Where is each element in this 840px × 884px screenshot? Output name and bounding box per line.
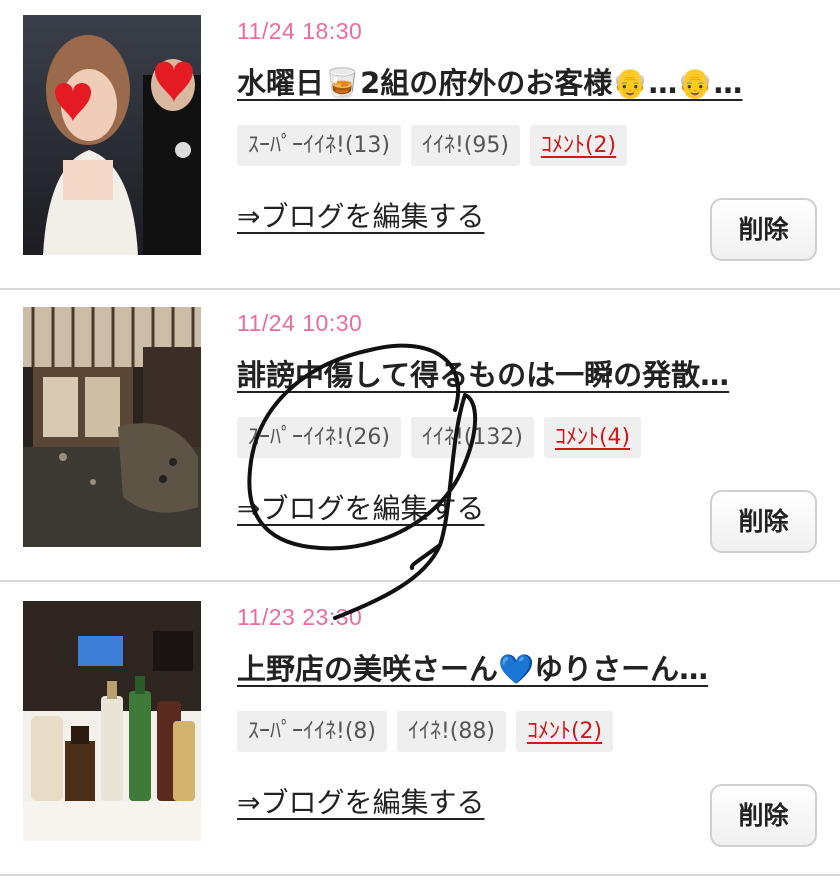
comment-badge[interactable]: ｺﾒﾝﾄ(2) [529, 125, 628, 166]
post-date: 11/24 18:30 [237, 18, 363, 44]
super-like-count: ｽｰﾊﾟｰｲｲﾈ!(8) [237, 711, 387, 752]
reaction-badges: ｽｰﾊﾟｰｲｲﾈ!(26) ｲｲﾈ!(132) ｺﾒﾝﾄ(4) [237, 417, 642, 458]
delete-button[interactable]: 削除 [710, 490, 817, 553]
blog-post-item: 11/23 23:30 上野店の美咲さーん💙ゆりさーん… ｽｰﾊﾟｰｲｲﾈ!(8… [0, 586, 840, 876]
edit-blog-link[interactable]: ⇒ブログを編集する [237, 781, 484, 821]
reaction-badges: ｽｰﾊﾟｰｲｲﾈ!(8) ｲｲﾈ!(88) ｺﾒﾝﾄ(2) [237, 711, 614, 752]
bottles-photo-icon [23, 601, 201, 841]
comment-badge[interactable]: ｺﾒﾝﾄ(4) [543, 417, 642, 458]
post-title-link[interactable]: 水曜日🥃2組の府外のお客様👴…👴… [237, 60, 827, 102]
edit-blog-link[interactable]: ⇒ブログを編集する [237, 487, 484, 527]
post-date: 11/23 23:30 [237, 604, 363, 630]
like-count: ｲｲﾈ!(132) [410, 417, 534, 458]
reaction-badges: ｽｰﾊﾟｰｲｲﾈ!(13) ｲｲﾈ!(95) ｺﾒﾝﾄ(2) [237, 125, 628, 166]
storefront-photo-icon [23, 307, 201, 547]
like-count: ｲｲﾈ!(95) [410, 125, 520, 166]
like-count: ｲｲﾈ!(88) [396, 711, 506, 752]
comment-link[interactable]: ｺﾒﾝﾄ(2) [527, 719, 602, 744]
post-thumbnail[interactable] [23, 601, 201, 841]
comment-link[interactable]: ｺﾒﾝﾄ(4) [555, 425, 630, 450]
post-thumbnail[interactable] [23, 307, 201, 547]
post-thumbnail[interactable] [23, 15, 201, 255]
blog-post-item: 11/24 18:30 水曜日🥃2組の府外のお客様👴…👴… ｽｰﾊﾟｰｲｲﾈ!(… [0, 0, 840, 290]
super-like-count: ｽｰﾊﾟｰｲｲﾈ!(13) [237, 125, 401, 166]
super-like-count: ｽｰﾊﾟｰｲｲﾈ!(26) [237, 417, 401, 458]
post-date: 11/24 10:30 [237, 310, 363, 336]
comment-link[interactable]: ｺﾒﾝﾄ(2) [541, 133, 616, 158]
delete-button[interactable]: 削除 [710, 198, 817, 261]
comment-badge[interactable]: ｺﾒﾝﾄ(2) [515, 711, 614, 752]
post-title-link[interactable]: 誹謗中傷して得るものは一瞬の発散… [237, 352, 827, 394]
post-title-link[interactable]: 上野店の美咲さーん💙ゆりさーん… [237, 646, 827, 688]
delete-button[interactable]: 削除 [710, 784, 817, 847]
blog-post-item: 11/24 10:30 誹謗中傷して得るものは一瞬の発散… ｽｰﾊﾟｰｲｲﾈ!(… [0, 292, 840, 582]
portrait-photo-icon [23, 15, 201, 255]
edit-blog-link[interactable]: ⇒ブログを編集する [237, 195, 484, 235]
